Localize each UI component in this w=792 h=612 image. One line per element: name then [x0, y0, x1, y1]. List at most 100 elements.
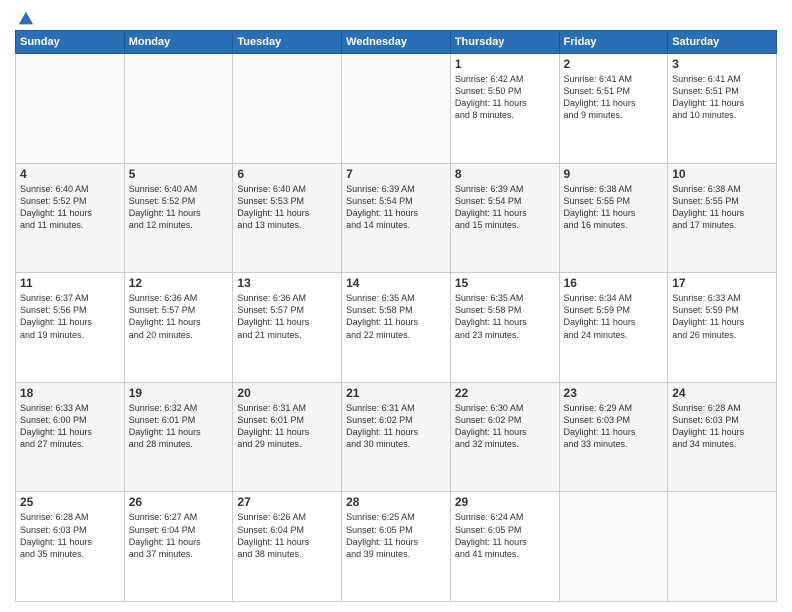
calendar-header-wednesday: Wednesday — [342, 31, 451, 54]
day-number: 13 — [237, 276, 337, 290]
day-number: 6 — [237, 167, 337, 181]
day-number: 9 — [564, 167, 664, 181]
calendar-cell: 4 Sunrise: 6:40 AMSunset: 5:52 PMDaylight… — [16, 163, 125, 273]
calendar-cell: 13 Sunrise: 6:36 AMSunset: 5:57 PMDayligh… — [233, 273, 342, 383]
calendar-cell: 25 Sunrise: 6:28 AMSunset: 6:03 PMDayligh… — [16, 492, 125, 602]
day-info: Sunrise: 6:39 AMSunset: 5:54 PMDaylight:… — [346, 183, 446, 232]
calendar-header-row: SundayMondayTuesdayWednesdayThursdayFrid… — [16, 31, 777, 54]
logo — [15, 10, 35, 24]
calendar-cell: 22 Sunrise: 6:30 AMSunset: 6:02 PMDayligh… — [450, 382, 559, 492]
calendar-header-tuesday: Tuesday — [233, 31, 342, 54]
page: SundayMondayTuesdayWednesdayThursdayFrid… — [0, 0, 792, 612]
calendar-week-row: 4 Sunrise: 6:40 AMSunset: 5:52 PMDaylight… — [16, 163, 777, 273]
calendar-cell: 14Sunrise: 6:35 AMSunset: 5:58 PMDayligh… — [342, 273, 451, 383]
day-info: Sunrise: 6:31 AMSunset: 6:01 PMDaylight:… — [237, 402, 337, 451]
calendar-table: SundayMondayTuesdayWednesdayThursdayFrid… — [15, 30, 777, 602]
calendar-header-friday: Friday — [559, 31, 668, 54]
calendar-cell — [233, 54, 342, 164]
calendar-week-row: 25 Sunrise: 6:28 AMSunset: 6:03 PMDayligh… — [16, 492, 777, 602]
day-number: 27 — [237, 495, 337, 509]
day-number: 3 — [672, 57, 772, 71]
calendar-cell: 27 Sunrise: 6:26 AMSunset: 6:04 PMDayligh… — [233, 492, 342, 602]
calendar-header-sunday: Sunday — [16, 31, 125, 54]
day-number: 19 — [129, 386, 229, 400]
day-info: Sunrise: 6:27 AMSunset: 6:04 PMDaylight:… — [129, 511, 229, 560]
day-number: 8 — [455, 167, 555, 181]
calendar-header-monday: Monday — [124, 31, 233, 54]
day-info: Sunrise: 6:40 AMSunset: 5:53 PMDaylight:… — [237, 183, 337, 232]
calendar-cell: 8 Sunrise: 6:39 AMSunset: 5:54 PMDaylight… — [450, 163, 559, 273]
day-number: 29 — [455, 495, 555, 509]
day-info: Sunrise: 6:41 AMSunset: 5:51 PMDaylight:… — [564, 73, 664, 122]
calendar-cell: 7 Sunrise: 6:39 AMSunset: 5:54 PMDaylight… — [342, 163, 451, 273]
day-info: Sunrise: 6:25 AMSunset: 6:05 PMDaylight:… — [346, 511, 446, 560]
day-info: Sunrise: 6:36 AMSunset: 5:57 PMDaylight:… — [129, 292, 229, 341]
day-number: 12 — [129, 276, 229, 290]
day-number: 5 — [129, 167, 229, 181]
day-number: 18 — [20, 386, 120, 400]
day-number: 16 — [564, 276, 664, 290]
day-number: 28 — [346, 495, 446, 509]
day-info: Sunrise: 6:32 AMSunset: 6:01 PMDaylight:… — [129, 402, 229, 451]
calendar-cell: 11 Sunrise: 6:37 AMSunset: 5:56 PMDayligh… — [16, 273, 125, 383]
day-info: Sunrise: 6:26 AMSunset: 6:04 PMDaylight:… — [237, 511, 337, 560]
day-info: Sunrise: 6:28 AMSunset: 6:03 PMDaylight:… — [20, 511, 120, 560]
day-number: 1 — [455, 57, 555, 71]
calendar-week-row: 1Sunrise: 6:42 AMSunset: 5:50 PMDaylight… — [16, 54, 777, 164]
day-info: Sunrise: 6:28 AMSunset: 6:03 PMDaylight:… — [672, 402, 772, 451]
calendar-cell: 16 Sunrise: 6:34 AMSunset: 5:59 PMDayligh… — [559, 273, 668, 383]
calendar-cell: 29 Sunrise: 6:24 AMSunset: 6:05 PMDayligh… — [450, 492, 559, 602]
calendar-cell: 26 Sunrise: 6:27 AMSunset: 6:04 PMDayligh… — [124, 492, 233, 602]
calendar-cell: 24 Sunrise: 6:28 AMSunset: 6:03 PMDayligh… — [668, 382, 777, 492]
day-info: Sunrise: 6:40 AMSunset: 5:52 PMDaylight:… — [20, 183, 120, 232]
calendar-header-thursday: Thursday — [450, 31, 559, 54]
day-info: Sunrise: 6:24 AMSunset: 6:05 PMDaylight:… — [455, 511, 555, 560]
calendar-cell: 5 Sunrise: 6:40 AMSunset: 5:52 PMDaylight… — [124, 163, 233, 273]
day-number: 17 — [672, 276, 772, 290]
calendar-week-row: 18Sunrise: 6:33 AMSunset: 6:00 PMDayligh… — [16, 382, 777, 492]
day-number: 14 — [346, 276, 446, 290]
day-info: Sunrise: 6:31 AMSunset: 6:02 PMDaylight:… — [346, 402, 446, 451]
day-number: 10 — [672, 167, 772, 181]
day-info: Sunrise: 6:35 AMSunset: 5:58 PMDaylight:… — [455, 292, 555, 341]
day-info: Sunrise: 6:40 AMSunset: 5:52 PMDaylight:… — [129, 183, 229, 232]
day-number: 24 — [672, 386, 772, 400]
calendar-cell: 1Sunrise: 6:42 AMSunset: 5:50 PMDaylight… — [450, 54, 559, 164]
logo-text — [15, 10, 35, 28]
day-info: Sunrise: 6:33 AMSunset: 5:59 PMDaylight:… — [672, 292, 772, 341]
day-info: Sunrise: 6:30 AMSunset: 6:02 PMDaylight:… — [455, 402, 555, 451]
day-number: 25 — [20, 495, 120, 509]
day-info: Sunrise: 6:29 AMSunset: 6:03 PMDaylight:… — [564, 402, 664, 451]
calendar-cell: 15 Sunrise: 6:35 AMSunset: 5:58 PMDayligh… — [450, 273, 559, 383]
day-number: 7 — [346, 167, 446, 181]
day-number: 4 — [20, 167, 120, 181]
logo-icon — [17, 10, 35, 28]
day-number: 11 — [20, 276, 120, 290]
calendar-cell: 17 Sunrise: 6:33 AMSunset: 5:59 PMDayligh… — [668, 273, 777, 383]
day-number: 20 — [237, 386, 337, 400]
day-info: Sunrise: 6:34 AMSunset: 5:59 PMDaylight:… — [564, 292, 664, 341]
calendar-week-row: 11 Sunrise: 6:37 AMSunset: 5:56 PMDayligh… — [16, 273, 777, 383]
day-info: Sunrise: 6:38 AMSunset: 5:55 PMDaylight:… — [672, 183, 772, 232]
day-info: Sunrise: 6:36 AMSunset: 5:57 PMDaylight:… — [237, 292, 337, 341]
day-info: Sunrise: 6:38 AMSunset: 5:55 PMDaylight:… — [564, 183, 664, 232]
calendar-cell: 28 Sunrise: 6:25 AMSunset: 6:05 PMDayligh… — [342, 492, 451, 602]
calendar-header-saturday: Saturday — [668, 31, 777, 54]
calendar-cell: 21Sunrise: 6:31 AMSunset: 6:02 PMDayligh… — [342, 382, 451, 492]
calendar-cell: 18Sunrise: 6:33 AMSunset: 6:00 PMDayligh… — [16, 382, 125, 492]
calendar-cell: 6 Sunrise: 6:40 AMSunset: 5:53 PMDaylight… — [233, 163, 342, 273]
day-number: 26 — [129, 495, 229, 509]
calendar-cell: 9 Sunrise: 6:38 AMSunset: 5:55 PMDaylight… — [559, 163, 668, 273]
day-number: 15 — [455, 276, 555, 290]
day-info: Sunrise: 6:39 AMSunset: 5:54 PMDaylight:… — [455, 183, 555, 232]
day-number: 22 — [455, 386, 555, 400]
calendar-cell — [668, 492, 777, 602]
calendar-cell — [124, 54, 233, 164]
calendar-cell: 12 Sunrise: 6:36 AMSunset: 5:57 PMDayligh… — [124, 273, 233, 383]
calendar-cell — [559, 492, 668, 602]
calendar-cell: 3Sunrise: 6:41 AMSunset: 5:51 PMDaylight… — [668, 54, 777, 164]
header — [15, 10, 777, 24]
day-info: Sunrise: 6:37 AMSunset: 5:56 PMDaylight:… — [20, 292, 120, 341]
calendar-cell: 23Sunrise: 6:29 AMSunset: 6:03 PMDayligh… — [559, 382, 668, 492]
calendar-cell: 10 Sunrise: 6:38 AMSunset: 5:55 PMDayligh… — [668, 163, 777, 273]
